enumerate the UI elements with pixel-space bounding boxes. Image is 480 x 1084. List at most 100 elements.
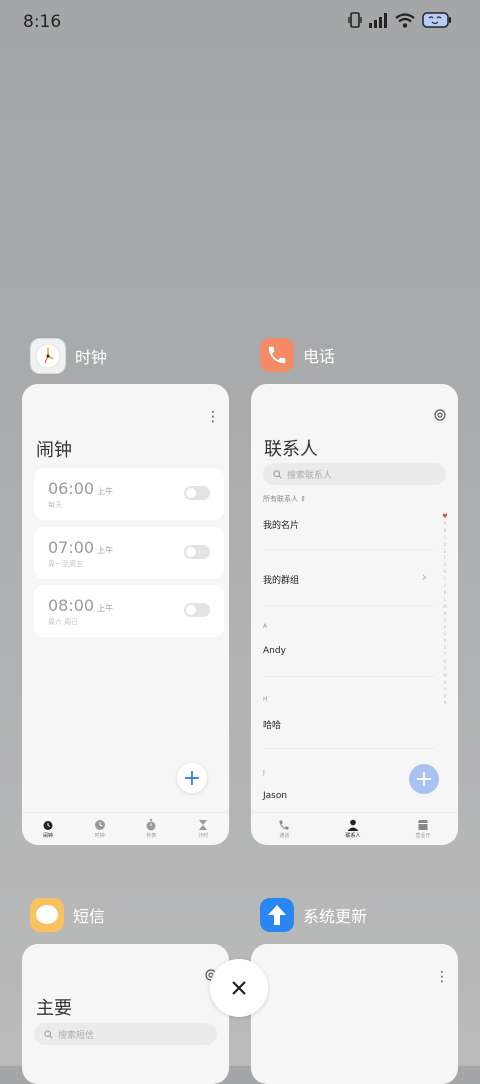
nav-alarm[interactable]: 闹钟 [42,819,54,839]
wifi-icon [395,12,415,28]
battery-icon [422,12,451,28]
section-header: H [263,696,268,703]
vibrate-icon [348,12,362,28]
nav-stopwatch[interactable]: 秒表 [145,819,157,839]
nav-clock[interactable]: 时钟 [94,819,106,839]
search-icon [273,469,282,479]
alphabet-index-letter[interactable]: V [444,666,447,673]
alphabet-index-letter[interactable]: E [444,549,447,556]
my-card[interactable]: 我的名片 [263,518,299,531]
hourglass-icon [199,820,208,830]
alphabet-index-letter[interactable]: # [443,700,446,707]
alphabet-index-letter[interactable]: P [444,625,446,632]
app-name: 时钟 [75,348,108,367]
alphabet-index-letter[interactable]: W [443,673,447,680]
divider [263,748,435,749]
status-bar: 8:16 [0,0,480,44]
system-update-app-icon [260,898,294,932]
settings-icon[interactable] [434,409,446,421]
contact-filter[interactable]: 所有联系人 ⇕ [263,494,306,504]
clear-all-button[interactable] [210,959,268,1017]
alarm-repeat: 周六 周日 [48,618,79,626]
alphabet-index-letter[interactable]: Y [444,687,446,694]
phone-app-card[interactable]: 联系人 搜索联系人 所有联系人 ⇕ 我的名片 我的群组 › A Andy H 哈… [251,384,458,845]
search-icon [44,1029,53,1039]
my-groups[interactable]: 我的群组 [263,573,299,586]
alphabet-index-letter[interactable]: X [444,680,447,687]
add-alarm-button[interactable]: + [177,763,207,793]
sms-search-input[interactable]: 搜索短信 [34,1023,217,1045]
alphabet-index-letter[interactable]: R [444,638,447,645]
alarm-icon [43,821,53,830]
alphabet-index-letter[interactable]: I [444,576,445,583]
status-time: 8:16 [23,12,62,32]
alarm-item[interactable]: 06:00 上午 每天 [34,468,224,520]
app-name: 系统更新 [303,907,368,926]
alarm-time: 08:00 上午 [48,596,114,615]
contact-item[interactable]: Andy [263,646,286,656]
app-label-phone[interactable]: 电话 [260,338,335,372]
alphabet-index-letter[interactable]: H [443,569,446,576]
nav-timer[interactable]: 计时 [197,819,209,839]
clock-icon [94,820,105,830]
close-icon [232,981,246,995]
alphabet-index-letter[interactable]: T [444,652,446,659]
alphabet-index-letter[interactable]: J [444,583,445,590]
section-header: A [263,623,268,630]
app-label-clock[interactable]: 时钟 [30,338,107,374]
nav-contacts[interactable]: 联系人 [345,819,360,839]
system-update-app-card[interactable]: ⋮ [251,944,458,1084]
alphabet-index-letter[interactable]: K [444,590,447,597]
phone-icon [279,820,289,830]
alphabet-index-letter[interactable]: U [444,659,447,666]
chevron-right-icon: › [422,570,427,584]
store-icon [417,820,428,830]
alphabet-index-letter[interactable]: S [444,645,447,652]
alphabet-index-letter[interactable]: O [443,618,446,625]
alarm-item[interactable]: 08:00 上午 周六 周日 [34,585,224,637]
alarm-toggle[interactable] [184,603,210,617]
section-header: J [263,769,265,776]
alphabet-index-letter[interactable]: Z [444,694,447,701]
alphabet-index-letter[interactable]: F [444,555,446,562]
nav-calls[interactable]: 通话 [278,819,290,839]
alarm-item[interactable]: 07:00 上午 周一至周五 [34,527,224,579]
alphabet-index-letter[interactable]: C [444,535,447,542]
clock-app-icon [30,338,66,374]
alarm-repeat: 周一至周五 [48,560,83,568]
more-icon[interactable]: ⋮ [206,410,220,424]
alphabet-index-letter[interactable]: M [443,604,446,611]
alphabet-index-letter[interactable]: G [443,562,446,569]
alphabet-index-letter[interactable]: D [443,542,446,549]
app-label-sms[interactable]: 短信 [30,898,105,932]
alphabet-index-letter[interactable]: B [444,528,447,535]
alphabet-index-letter[interactable]: A [444,521,447,528]
contact-item[interactable]: Jason [263,791,287,801]
divider [263,605,435,606]
alphabet-index-letter[interactable]: L [444,597,446,604]
contact-item[interactable]: 哈哈 [263,718,281,731]
alphabet-index-letter[interactable]: ♥ [442,513,447,521]
divider [263,676,435,677]
alphabet-index-letter[interactable]: Q [443,631,446,638]
alarm-toggle[interactable] [184,486,210,500]
signal-icon [369,12,387,28]
alarm-repeat: 每天 [48,501,62,509]
page-title: 主要 [36,998,72,1019]
bottom-nav: 通话 联系人 营业厅 [251,812,458,845]
clock-app-card[interactable]: ⋮ 闹钟 06:00 上午 每天 07:00 上午 周一至周五 08:00 上午 周六… [22,384,229,845]
app-name: 短信 [73,907,106,926]
alarm-toggle[interactable] [184,545,210,559]
sms-app-card[interactable]: 主要 搜索短信 [22,944,229,1084]
alphabet-index[interactable]: ♥ A B C D E F G H I J K L M N O P Q R S T U V W X Y Z # [442,513,448,707]
page-title: 联系人 [264,439,318,460]
more-icon[interactable]: ⋮ [435,970,449,984]
alphabet-index-letter[interactable]: N [444,611,447,618]
contact-search-input[interactable]: 搜索联系人 [263,463,446,485]
add-contact-button[interactable]: + [409,764,439,794]
nav-service-hall[interactable]: 营业厅 [415,819,430,839]
sms-app-icon [30,898,64,932]
app-label-system-update[interactable]: 系统更新 [260,898,367,932]
phone-app-icon [260,338,294,372]
alarm-time: 06:00 上午 [48,479,114,498]
